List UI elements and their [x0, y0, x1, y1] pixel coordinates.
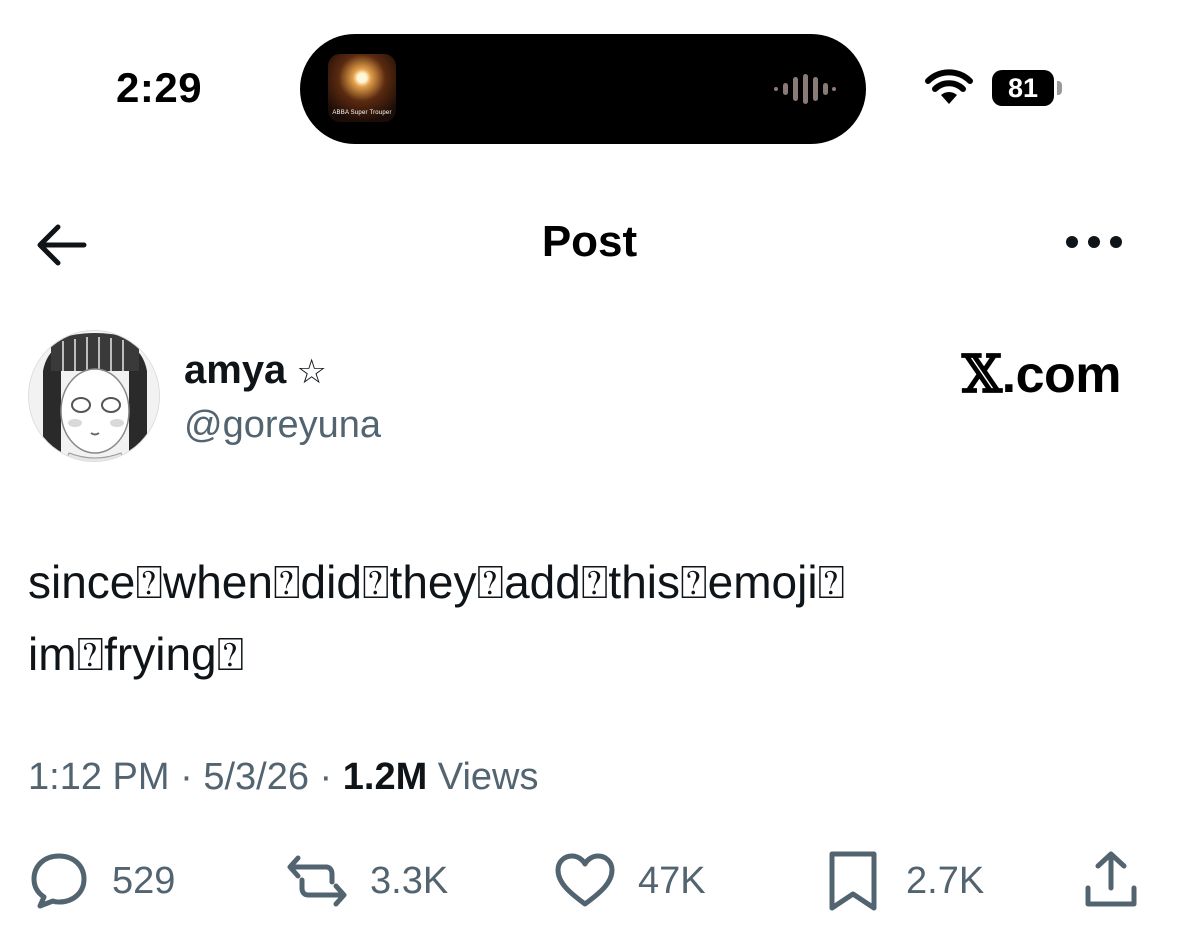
display-name[interactable]: amya ☆ [184, 348, 327, 393]
x-com-watermark: 𝕏.com [961, 344, 1122, 405]
bookmark-count: 2.7K [906, 859, 985, 902]
x-logo-icon: 𝕏 [961, 344, 1002, 405]
post-date: 5/3/26 [203, 756, 309, 798]
repost-button[interactable]: 3.3K [284, 846, 448, 916]
post-screen: 2:29 ABBA Super Trouper 81 Post amya ☆ @… [0, 0, 1179, 949]
avatar-illustration [29, 331, 159, 461]
battery-indicator: 81 [992, 70, 1054, 106]
share-button[interactable] [1078, 846, 1144, 916]
display-name-text: amya [184, 348, 287, 392]
share-icon [1085, 851, 1137, 907]
repost-icon [287, 855, 347, 907]
heart-icon [555, 853, 615, 907]
views-count[interactable]: 1.2M [343, 756, 427, 798]
avatar[interactable] [28, 330, 160, 462]
tweet-meta: 1:12 PM · 5/3/26 · 1.2M Views [28, 756, 538, 799]
like-count: 47K [638, 859, 706, 902]
status-time: 2:29 [116, 64, 203, 111]
tweet-text: since⍰when⍰did⍰they⍰add⍰this⍰emoji⍰ im⍰f… [28, 556, 846, 680]
action-bar: 529 3.3K 47K 2.7K [0, 846, 1179, 916]
views-label: Views [437, 756, 539, 798]
like-button[interactable]: 47K [552, 846, 706, 916]
post-time: 1:12 PM [28, 756, 170, 798]
battery-nub [1057, 81, 1062, 95]
watermark-suffix: .com [1001, 346, 1122, 404]
album-art: ABBA Super Trouper [328, 54, 396, 122]
bookmark-button[interactable]: 2.7K [820, 846, 984, 916]
dynamic-island[interactable]: ABBA Super Trouper [300, 34, 866, 144]
album-caption: ABBA Super Trouper [332, 110, 392, 116]
separator: · [319, 756, 343, 798]
page-title: Post [541, 217, 638, 266]
more-dots-icon[interactable] [1062, 230, 1126, 254]
reply-button[interactable]: 529 [26, 846, 175, 916]
user-handle[interactable]: @goreyuna [184, 404, 381, 447]
waveform-icon [774, 74, 836, 104]
wifi-icon [925, 69, 973, 104]
reply-icon [31, 853, 87, 909]
separator: · [180, 756, 204, 798]
reply-count: 529 [112, 859, 176, 902]
repost-count: 3.3K [370, 859, 449, 902]
bookmark-icon [829, 851, 877, 911]
star-badge: ☆ [296, 353, 327, 391]
